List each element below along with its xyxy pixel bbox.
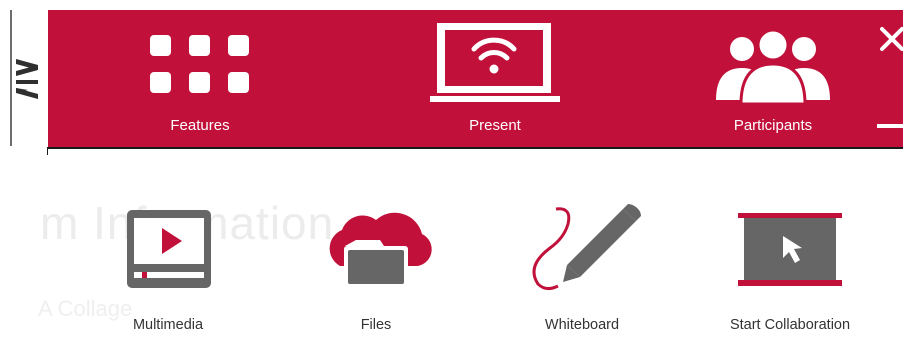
logo-divider (10, 10, 12, 146)
nav-features-label: Features (170, 117, 230, 134)
top-nav-bar: Features Present Participants (48, 10, 903, 147)
cloud-files-icon (329, 212, 432, 286)
participants-icon (716, 28, 830, 106)
whiteboard-label: Whiteboard (544, 317, 620, 333)
divider-tick (47, 147, 48, 155)
start-collaboration-label: Start Collaboration (729, 317, 851, 333)
laptop-wifi-icon (430, 23, 560, 102)
nav-participants-button[interactable]: Participants (708, 10, 838, 147)
nav-present-button[interactable]: Present (424, 10, 566, 147)
whiteboard-pen-icon (532, 204, 641, 291)
multimedia-label: Multimedia (132, 317, 204, 333)
files-label: Files (360, 317, 392, 333)
nav-present-label: Present (469, 117, 521, 134)
top-bar-underline (48, 147, 903, 149)
collaboration-screen-icon (738, 213, 842, 286)
minimize-icon[interactable] (877, 124, 903, 128)
nav-features-button[interactable]: Features (140, 10, 260, 147)
logo-strip (0, 0, 48, 148)
nav-participants-label: Participants (733, 117, 813, 134)
via-logo-icon (16, 59, 38, 99)
multimedia-icon (127, 210, 211, 288)
grid-icon (150, 35, 249, 93)
close-icon[interactable] (879, 26, 903, 52)
